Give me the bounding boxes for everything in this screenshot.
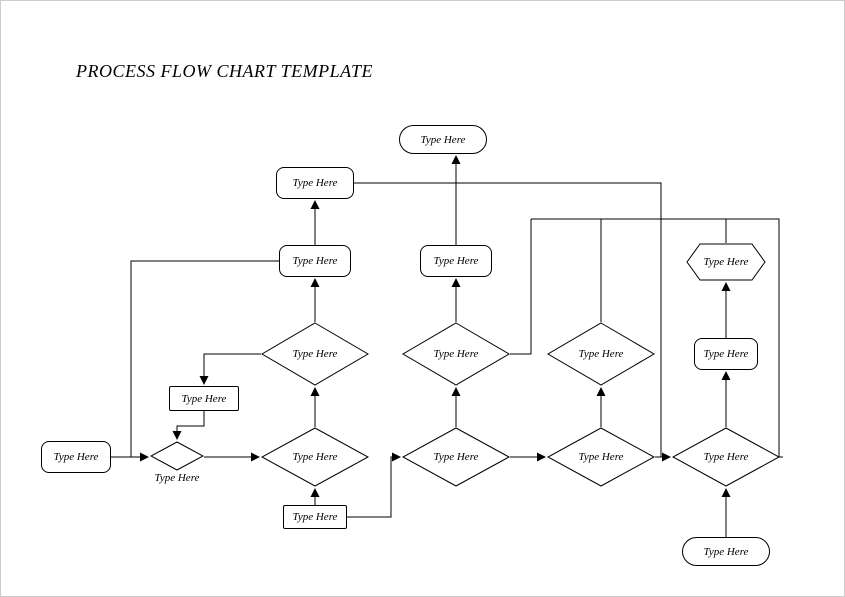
node-label: Type Here bbox=[579, 451, 624, 463]
diamond-col4[interactable]: Type Here bbox=[672, 427, 780, 487]
diamond-small[interactable] bbox=[150, 441, 204, 471]
process-small-bottom[interactable]: Type Here bbox=[283, 505, 347, 529]
node-label: Type Here bbox=[54, 451, 99, 463]
diamond-col2-bottom[interactable]: Type Here bbox=[402, 427, 510, 487]
connectors bbox=[1, 1, 844, 596]
node-label: Type Here bbox=[704, 546, 749, 558]
diamond-col1-top[interactable]: Type Here bbox=[261, 322, 369, 386]
node-label: Type Here bbox=[421, 134, 466, 146]
terminator-bottom[interactable]: Type Here bbox=[682, 537, 770, 566]
node-label: Type Here bbox=[434, 451, 479, 463]
node-label: Type Here bbox=[293, 348, 338, 360]
diamond-col2-top[interactable]: Type Here bbox=[402, 322, 510, 386]
diamond-col3-bottom[interactable]: Type Here bbox=[547, 427, 655, 487]
node-label: Type Here bbox=[293, 451, 338, 463]
hexagon[interactable]: Type Here bbox=[686, 243, 766, 281]
rect-col2[interactable]: Type Here bbox=[420, 245, 492, 277]
diamond-small-label: Type Here bbox=[150, 471, 204, 485]
rect-mid-left[interactable]: Type Here bbox=[279, 245, 351, 277]
diamond-col1-bottom[interactable]: Type Here bbox=[261, 427, 369, 487]
rect-start[interactable]: Type Here bbox=[41, 441, 111, 473]
node-label: Type Here bbox=[704, 451, 749, 463]
node-label: Type Here bbox=[704, 348, 749, 360]
rect-col4[interactable]: Type Here bbox=[694, 338, 758, 370]
node-label: Type Here bbox=[434, 348, 479, 360]
node-label: Type Here bbox=[293, 177, 338, 189]
node-label: Type Here bbox=[434, 255, 479, 267]
rect-top-left[interactable]: Type Here bbox=[276, 167, 354, 199]
diamond-col3-top[interactable]: Type Here bbox=[547, 322, 655, 386]
node-label: Type Here bbox=[704, 256, 749, 268]
terminator-top[interactable]: Type Here bbox=[399, 125, 487, 154]
node-label: Type Here bbox=[293, 511, 338, 523]
node-label: Type Here bbox=[293, 255, 338, 267]
node-label: Type Here bbox=[182, 393, 227, 405]
diagram-title: PROCESS FLOW CHART TEMPLATE bbox=[76, 61, 373, 82]
flowchart-canvas: PROCESS FLOW CHART TEMPLATE Type Here Ty… bbox=[0, 0, 845, 597]
node-label: Type Here bbox=[579, 348, 624, 360]
process-small-mid[interactable]: Type Here bbox=[169, 386, 239, 411]
